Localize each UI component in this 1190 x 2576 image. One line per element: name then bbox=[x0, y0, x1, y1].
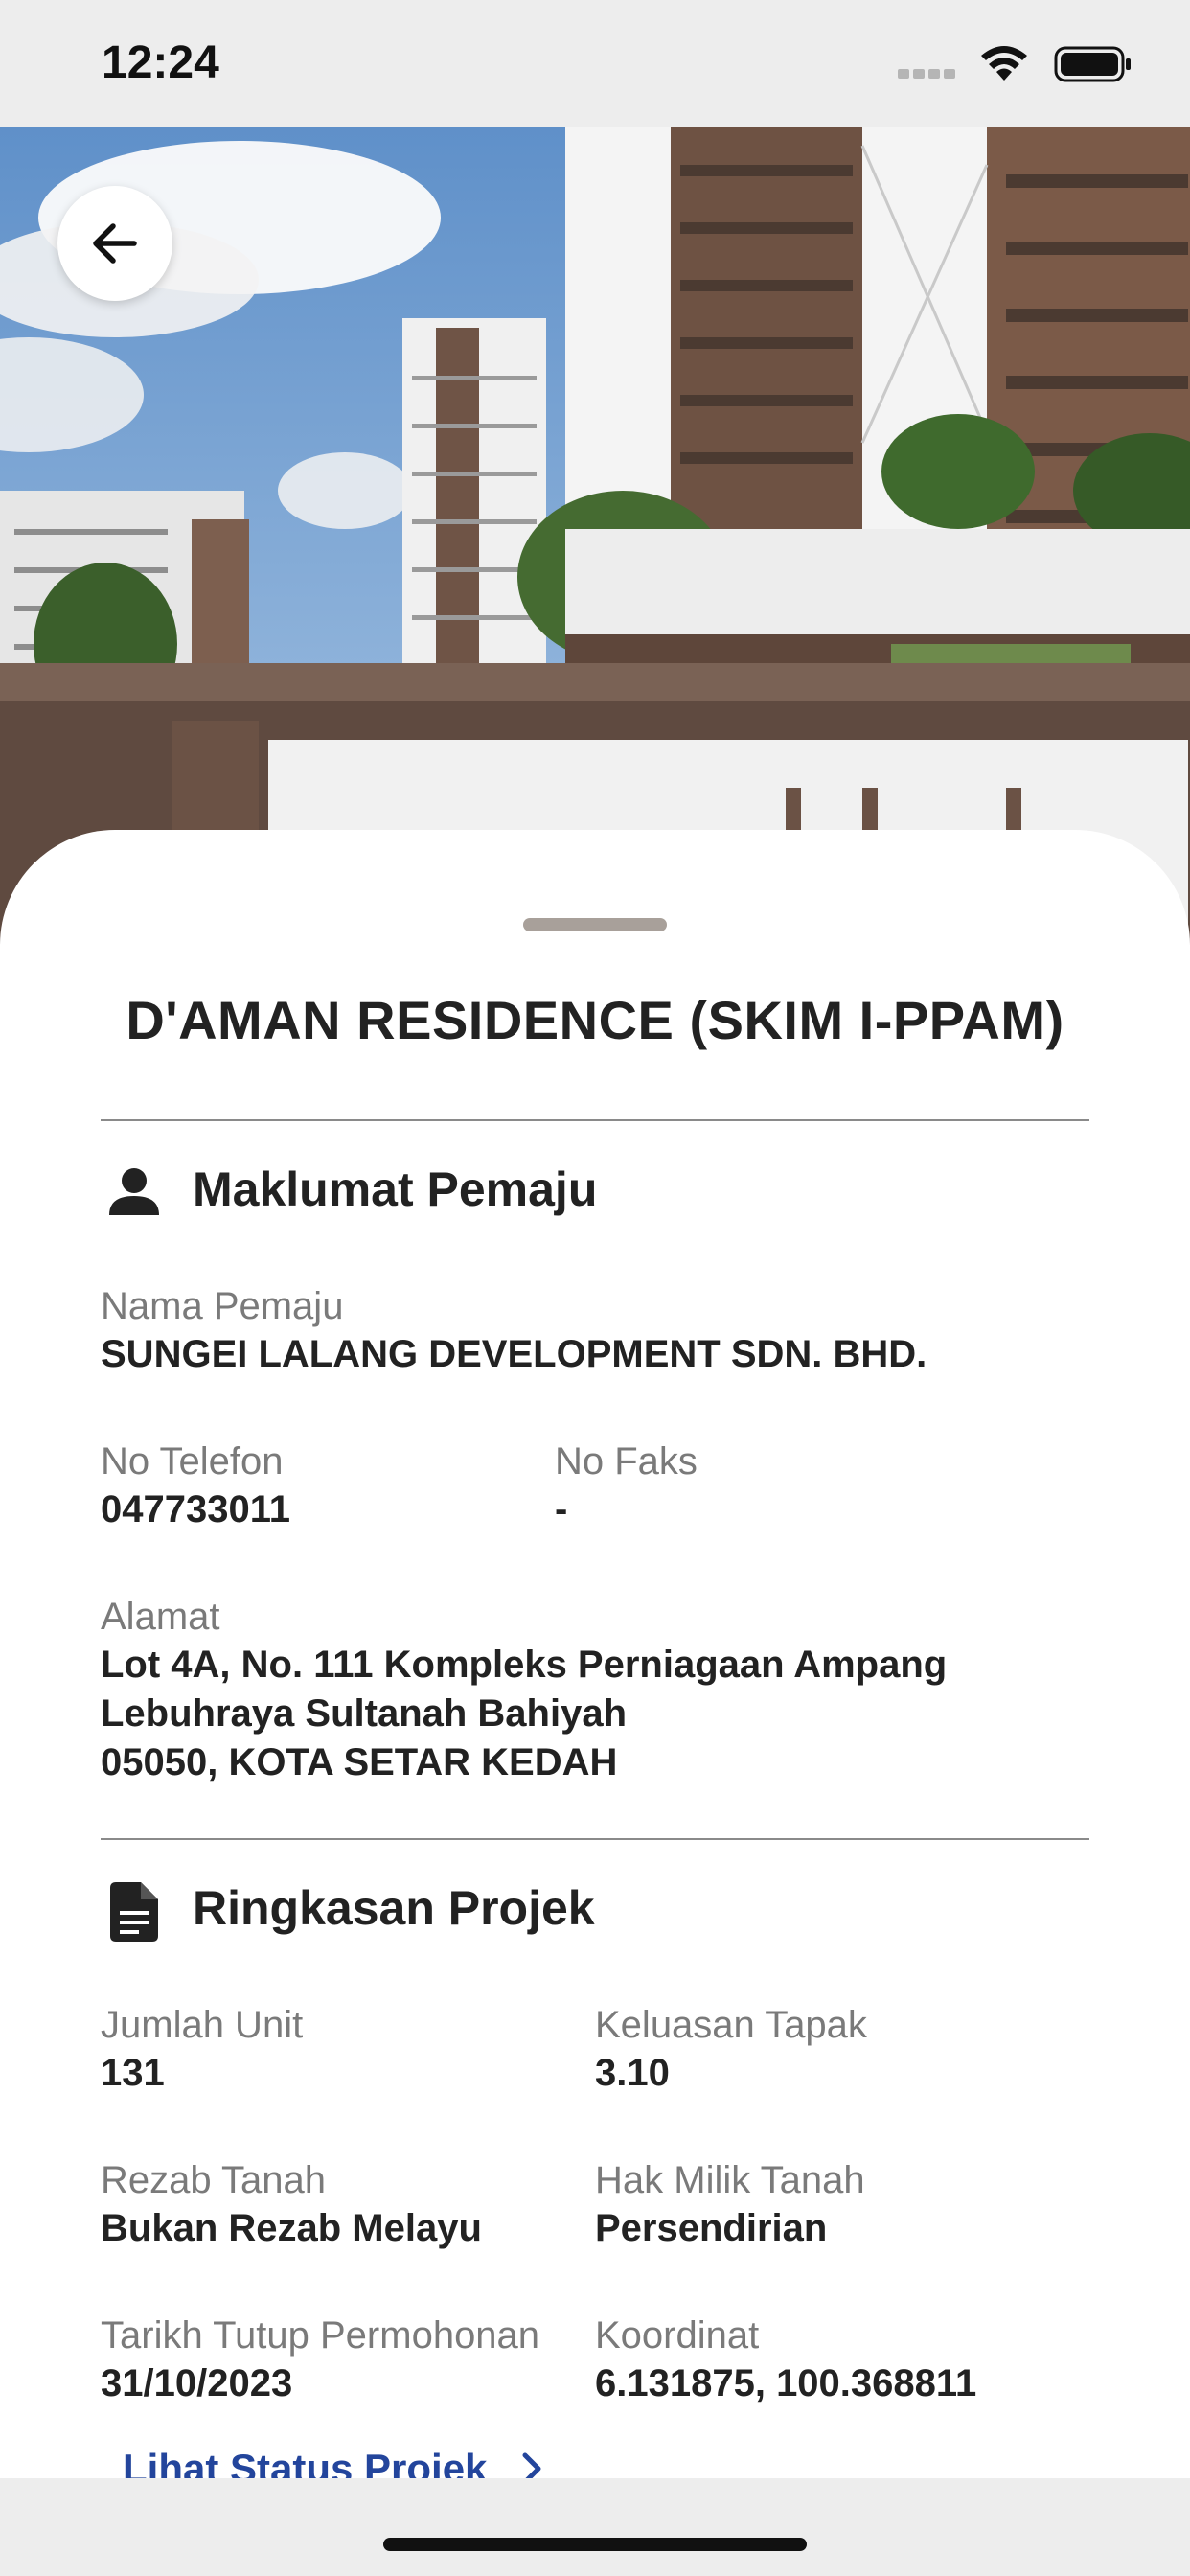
site-area-label: Keluasan Tapak bbox=[595, 2004, 867, 2046]
address-line: Lot 4A, No. 111 Kompleks Perniagaan Ampa… bbox=[101, 1644, 948, 1686]
summary-section-title: Ringkasan Projek bbox=[193, 1881, 595, 1935]
closing-date-label: Tarikh Tutup Permohonan bbox=[101, 2314, 540, 2357]
ownership-value: Persendirian bbox=[595, 2207, 828, 2249]
arrow-left-icon bbox=[93, 223, 137, 264]
wifi-icon bbox=[981, 46, 1027, 80]
units-field: Jumlah Unit 131 bbox=[101, 2001, 303, 2098]
site-area-field: Keluasan Tapak 3.10 bbox=[595, 2001, 867, 2098]
closing-date-value: 31/10/2023 bbox=[101, 2362, 293, 2404]
developer-name-label: Nama Pemaju bbox=[101, 1285, 344, 1327]
project-status-link[interactable]: Lihat Status Projek bbox=[123, 2446, 546, 2478]
address-line: Lebuhraya Sultanah Bahiyah bbox=[101, 1692, 628, 1735]
status-time: 12:24 bbox=[102, 37, 219, 88]
section-divider bbox=[101, 1119, 1089, 1121]
developer-section-title: Maklumat Pemaju bbox=[193, 1162, 598, 1216]
address-field: Alamat Lot 4A, No. 111 Kompleks Perniaga… bbox=[101, 1593, 947, 1787]
phone-field: No Telefon 047733011 bbox=[101, 1438, 290, 1534]
land-reserve-label: Rezab Tanah bbox=[101, 2159, 326, 2201]
coordinates-field: Koordinat 6.131875, 100.368811 bbox=[595, 2312, 976, 2408]
project-status-link-label: Lihat Status Projek bbox=[123, 2446, 488, 2478]
cellular-signal-icon bbox=[898, 69, 955, 79]
developer-name-field: Nama Pemaju SUNGEI LALANG DEVELOPMENT SD… bbox=[101, 1282, 927, 1379]
address-label: Alamat bbox=[101, 1596, 220, 1638]
fax-value: - bbox=[555, 1488, 568, 1530]
project-detail-sheet[interactable]: D'AMAN RESIDENCE (SKIM I-PPAM) Maklumat … bbox=[0, 830, 1190, 2478]
back-button[interactable] bbox=[57, 186, 172, 301]
battery-icon bbox=[1054, 46, 1131, 82]
land-reserve-value: Bukan Rezab Melayu bbox=[101, 2207, 482, 2249]
coordinates-label: Koordinat bbox=[595, 2314, 760, 2357]
developer-name-value: SUNGEI LALANG DEVELOPMENT SDN. BHD. bbox=[101, 1333, 927, 1375]
coordinates-value[interactable]: 6.131875, 100.368811 bbox=[595, 2359, 976, 2408]
phone-label: No Telefon bbox=[101, 1440, 284, 1483]
sheet-grabber-handle[interactable] bbox=[523, 918, 667, 932]
bottom-safe-area bbox=[0, 2478, 1190, 2576]
phone-value[interactable]: 047733011 bbox=[101, 1485, 290, 1534]
units-value: 131 bbox=[101, 2052, 165, 2094]
person-icon bbox=[109, 1168, 159, 1215]
address-line: 05050, KOTA SETAR KEDAH bbox=[101, 1741, 618, 1783]
section-divider bbox=[101, 1838, 1089, 1840]
status-bar: 12:24 bbox=[0, 0, 1190, 126]
site-area-value: 3.10 bbox=[595, 2052, 670, 2094]
document-icon bbox=[110, 1882, 158, 1942]
fax-field: No Faks - bbox=[555, 1438, 698, 1534]
project-title: D'AMAN RESIDENCE (SKIM I-PPAM) bbox=[126, 990, 1064, 1050]
closing-date-field: Tarikh Tutup Permohonan 31/10/2023 bbox=[101, 2312, 539, 2408]
land-reserve-field: Rezab Tanah Bukan Rezab Melayu bbox=[101, 2156, 482, 2253]
fax-label: No Faks bbox=[555, 1440, 698, 1483]
units-label: Jumlah Unit bbox=[101, 2004, 304, 2046]
ownership-field: Hak Milik Tanah Persendirian bbox=[595, 2156, 865, 2253]
home-indicator[interactable] bbox=[383, 2538, 807, 2551]
chevron-right-icon bbox=[522, 2452, 541, 2478]
ownership-label: Hak Milik Tanah bbox=[595, 2159, 865, 2201]
